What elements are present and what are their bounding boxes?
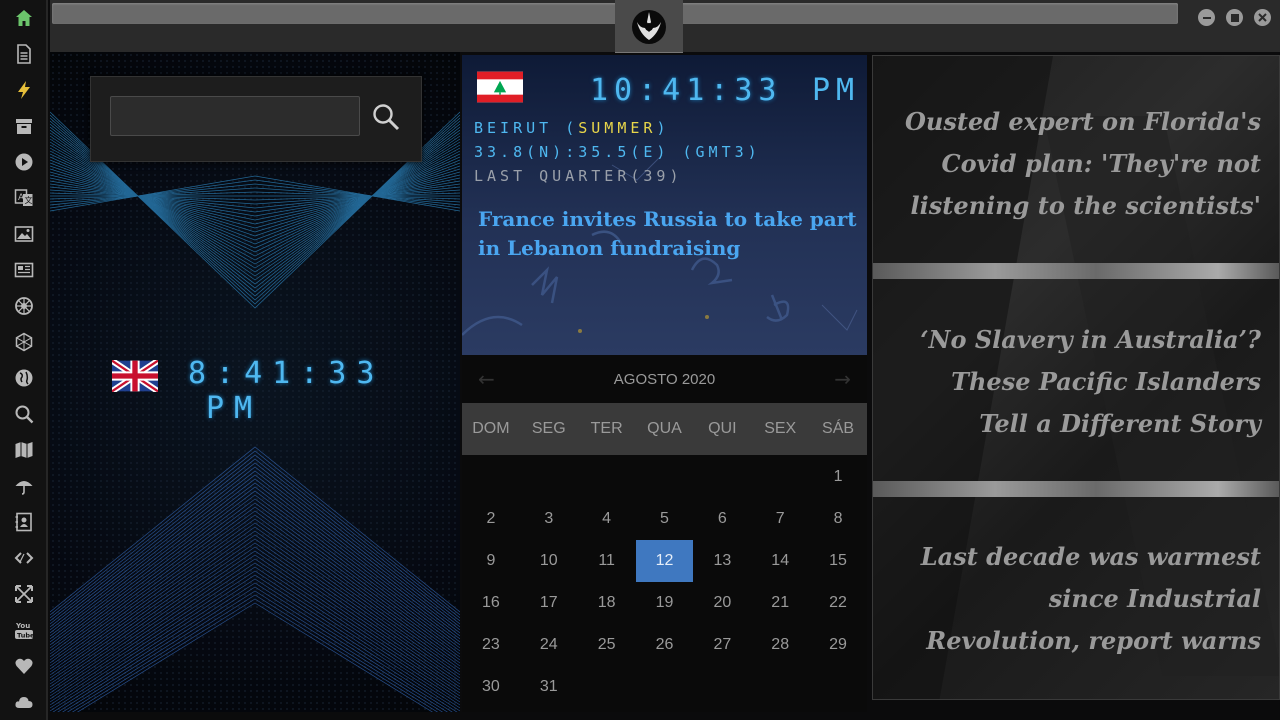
uk-clock-time: 8:41:33 [188, 356, 385, 391]
calendar-day[interactable]: 25 [578, 624, 636, 666]
divider [873, 263, 1279, 279]
cloud-icon[interactable] [12, 690, 36, 714]
calendar-day[interactable]: 10 [520, 540, 578, 582]
beirut-clock-ampm: PM [812, 73, 861, 108]
calendar-day[interactable]: 13 [693, 540, 751, 582]
calendar-day[interactable]: 31 [520, 666, 578, 708]
bolt-icon[interactable] [12, 78, 36, 102]
beirut-clock-time: 10:41:33 [590, 73, 783, 108]
calendar: ← AGOSTO 2020 → DOM SEG TER QUA QUI SEX SÁB 12… [462, 355, 867, 712]
calendar-day[interactable]: 28 [751, 624, 809, 666]
day-name: SÁB [822, 420, 855, 437]
calendar-day[interactable]: 4 [578, 498, 636, 540]
top-bar [50, 0, 1280, 53]
calendar-day[interactable]: 14 [751, 540, 809, 582]
svg-text:Tube: Tube [17, 632, 34, 640]
news-item[interactable]: ‘No Slavery in Australia’? These Pacific… [901, 319, 1261, 445]
day-name: QUA [647, 420, 682, 437]
svg-text:文: 文 [25, 195, 33, 205]
lebanon-headline-link[interactable]: France invites Russia to take part in Le… [478, 205, 858, 263]
uk-clock-ampm: PM [206, 391, 263, 426]
document-icon[interactable] [12, 42, 36, 66]
search-button[interactable] [371, 102, 401, 132]
calendar-day[interactable]: 2 [462, 498, 520, 540]
calendar-day[interactable]: 27 [693, 624, 751, 666]
uk-clock: 8:41:33 PM [188, 356, 460, 426]
calendar-day[interactable]: 5 [636, 498, 694, 540]
news-item[interactable]: Last decade was warmest since Industrial… [901, 536, 1261, 662]
minimize-button[interactable] [1198, 9, 1215, 26]
image-icon[interactable] [12, 222, 36, 246]
search-icon[interactable] [12, 402, 36, 426]
rebel-emblem [615, 0, 683, 53]
calendar-day[interactable]: 17 [520, 582, 578, 624]
calendar-day[interactable]: 24 [520, 624, 578, 666]
home-icon[interactable] [12, 6, 36, 30]
hexagon-icon[interactable] [12, 330, 36, 354]
search-box [90, 76, 422, 162]
moon-phase: LAST QUARTER(39) [474, 167, 683, 185]
calendar-day[interactable]: 23 [462, 624, 520, 666]
calendar-day[interactable]: 26 [636, 624, 694, 666]
beirut-coords: 33.8(N):35.5(E) (GMT3) [474, 143, 761, 161]
lebanon-flag-icon [477, 71, 523, 103]
calendar-day[interactable]: 15 [809, 540, 867, 582]
day-name: TER [590, 420, 623, 437]
maximize-button[interactable] [1226, 9, 1243, 26]
beirut-city-line: BEIRUT (SUMMER) [474, 119, 670, 137]
close-button[interactable] [1254, 9, 1271, 26]
contacts-icon[interactable] [12, 510, 36, 534]
calendar-day[interactable]: 29 [809, 624, 867, 666]
calendar-day[interactable]: 19 [636, 582, 694, 624]
next-month-button[interactable]: → [834, 367, 851, 391]
calendar-day[interactable]: 6 [693, 498, 751, 540]
heart-icon[interactable] [12, 654, 36, 678]
calendar-day[interactable]: 20 [693, 582, 751, 624]
day-name: QUI [708, 420, 737, 437]
calendar-day[interactable]: 7 [751, 498, 809, 540]
umbrella-icon[interactable] [12, 474, 36, 498]
calendar-month-label: AGOSTO 2020 [613, 371, 716, 388]
day-name: SEG [531, 420, 566, 437]
calendar-day[interactable]: 30 [462, 666, 520, 708]
youtube-icon[interactable]: You Tube [12, 618, 36, 642]
app-sidebar: A文 You Tube [0, 0, 48, 720]
calendar-day[interactable]: 22 [809, 582, 867, 624]
svg-text:You: You [15, 622, 30, 630]
play-icon[interactable] [12, 150, 36, 174]
beirut-city: BEIRUT [474, 119, 553, 137]
close-icon [1258, 13, 1267, 22]
map-icon[interactable] [12, 438, 36, 462]
rebel-icon[interactable] [12, 294, 36, 318]
calendar-day-names: DOM SEG TER QUA QUI SEX SÁB [462, 403, 867, 455]
calendar-day[interactable]: 11 [578, 540, 636, 582]
calendar-day[interactable]: 16 [462, 582, 520, 624]
globe-icon[interactable] [12, 366, 36, 390]
uk-flag-icon [112, 360, 158, 392]
calendar-day[interactable]: 8 [809, 498, 867, 540]
search-icon [373, 104, 400, 131]
archive-icon[interactable] [12, 114, 36, 138]
calendar-day[interactable]: 1 [809, 456, 867, 498]
expand-icon[interactable] [12, 582, 36, 606]
code-icon[interactable] [12, 546, 36, 570]
calendar-day[interactable]: 3 [520, 498, 578, 540]
divider [873, 481, 1279, 497]
beirut-clock-panel: 10:41:33 PM BEIRUT (SUMMER) 33.8(N):35.5… [462, 55, 867, 355]
translate-icon[interactable]: A文 [12, 186, 36, 210]
day-name: DOM [472, 420, 510, 437]
beirut-season: SUMMER [578, 119, 657, 137]
newspaper-icon[interactable] [12, 258, 36, 282]
search-input[interactable] [110, 96, 360, 136]
news-item[interactable]: Ousted expert on Florida's Covid plan: '… [901, 101, 1261, 227]
uk-clock-panel: 8:41:33 PM [50, 52, 460, 712]
calendar-day[interactable]: 9 [462, 540, 520, 582]
calendar-day-selected[interactable]: 12 [635, 540, 694, 582]
calendar-day[interactable]: 18 [578, 582, 636, 624]
day-name: SEX [764, 420, 797, 437]
news-panel: Ousted expert on Florida's Covid plan: '… [872, 55, 1280, 700]
calendar-header: ← AGOSTO 2020 → [462, 355, 867, 403]
calendar-day[interactable]: 21 [751, 582, 809, 624]
